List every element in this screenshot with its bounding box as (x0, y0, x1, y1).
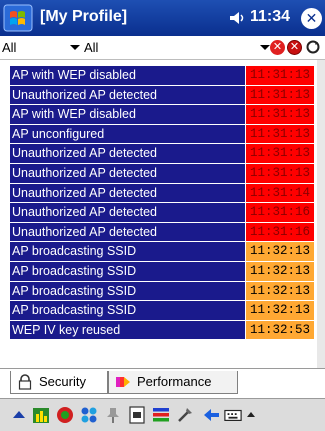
delete-alert-icon[interactable]: ✕ (270, 40, 285, 55)
category-filter-value: All (2, 40, 17, 55)
network-icon[interactable] (80, 406, 98, 424)
alert-row[interactable]: Unauthorized AP detected 11:31:14 (10, 183, 314, 204)
alert-list-area: AP with WEP disabled 11:31:13 Unauthorized… (0, 60, 325, 368)
tab-performance-label: Performance (137, 374, 212, 389)
alert-time: 11:31:13 (246, 144, 314, 163)
clock[interactable]: 11:34 (250, 8, 290, 26)
alert-message: Unauthorized AP detected (10, 144, 246, 163)
alert-row[interactable]: Unauthorized AP detected 11:31:13 (10, 163, 314, 184)
tab-security-label: Security (39, 374, 86, 389)
up-arrow-icon[interactable] (10, 406, 28, 424)
keyboard-icon[interactable] (224, 406, 242, 424)
input-menu-icon[interactable] (246, 406, 256, 424)
alert-time: 11:31:13 (246, 124, 314, 144)
lock-icon (18, 374, 32, 390)
alert-row[interactable]: WEP IV key reused 11:32:53 (10, 320, 314, 341)
chevron-down-icon (70, 45, 80, 50)
color-bars-icon[interactable] (152, 406, 170, 424)
alert-time: 11:32:53 (246, 320, 314, 340)
signal-icon[interactable] (56, 406, 74, 424)
alert-message: AP broadcasting SSID (10, 242, 246, 261)
alert-time: 11:32:13 (246, 301, 314, 320)
alert-time: 11:31:13 (246, 66, 314, 85)
alert-row[interactable]: Unauthorized AP detected 11:31:16 (10, 222, 314, 243)
volume-icon[interactable] (229, 10, 247, 26)
severity-filter-select[interactable]: All (82, 39, 270, 56)
alert-row[interactable]: Unauthorized AP detected 11:31:16 (10, 203, 314, 223)
alert-message: Unauthorized AP detected (10, 183, 246, 203)
chevron-down-icon (260, 45, 270, 50)
tools-icon[interactable] (176, 406, 194, 424)
alert-list: AP with WEP disabled 11:31:13 Unauthorized… (10, 66, 314, 341)
alert-row[interactable]: Unauthorized AP detected 11:31:13 (10, 144, 314, 164)
delete-all-alerts-icon[interactable]: ✕ (287, 40, 302, 55)
severity-filter-value: All (84, 40, 99, 55)
alert-message: AP with WEP disabled (10, 66, 246, 85)
alert-row[interactable]: AP unconfigured 11:31:13 (10, 124, 314, 145)
alert-message: AP with WEP disabled (10, 105, 246, 124)
filter-bar: All All ✕ ✕ (0, 37, 325, 60)
alert-time: 11:32:13 (246, 261, 314, 281)
bar-chart-icon[interactable] (32, 406, 50, 424)
alert-message: Unauthorized AP detected (10, 85, 246, 105)
alert-message: Unauthorized AP detected (10, 203, 246, 222)
alert-message: AP broadcasting SSID (10, 261, 246, 281)
tab-bar: Security Performance (0, 368, 325, 399)
alert-message: Unauthorized AP detected (10, 163, 246, 183)
performance-icon (116, 377, 130, 387)
alert-message: AP broadcasting SSID (10, 301, 246, 320)
category-filter-select[interactable]: All (0, 39, 80, 56)
refresh-icon[interactable] (306, 40, 320, 54)
notepad-icon[interactable] (128, 406, 146, 424)
windows-start-icon[interactable] (3, 4, 33, 32)
vertical-scrollbar[interactable] (317, 60, 325, 368)
alert-row[interactable]: AP broadcasting SSID 11:32:13 (10, 261, 314, 282)
alert-time: 11:32:13 (246, 242, 314, 261)
alert-time: 11:31:16 (246, 222, 314, 242)
alert-time: 11:32:13 (246, 281, 314, 301)
alert-time: 11:31:13 (246, 163, 314, 183)
pin-icon[interactable] (104, 406, 122, 424)
alert-time: 11:31:14 (246, 183, 314, 203)
taskbar (0, 398, 325, 431)
alert-row[interactable]: AP with WEP disabled 11:31:13 (10, 105, 314, 125)
tab-security[interactable]: Security (10, 371, 108, 394)
alert-row[interactable]: AP broadcasting SSID 11:32:13 (10, 281, 314, 302)
alert-message: AP broadcasting SSID (10, 281, 246, 301)
alert-time: 11:31:13 (246, 105, 314, 124)
title-bar: [My Profile] 11:34 ✕ (0, 0, 325, 36)
back-arrow-icon[interactable] (202, 406, 220, 424)
alert-message: Unauthorized AP detected (10, 222, 246, 242)
alert-message: AP unconfigured (10, 124, 246, 144)
alert-time: 11:31:13 (246, 85, 314, 105)
alert-message: WEP IV key reused (10, 320, 246, 340)
window-title: [My Profile] (40, 8, 128, 25)
alert-row[interactable]: Unauthorized AP detected 11:31:13 (10, 85, 314, 106)
alert-time: 11:31:16 (246, 203, 314, 222)
alert-row[interactable]: AP with WEP disabled 11:31:13 (10, 66, 314, 86)
alert-row[interactable]: AP broadcasting SSID 11:32:13 (10, 242, 314, 262)
close-button[interactable]: ✕ (301, 8, 322, 29)
alert-row[interactable]: AP broadcasting SSID 11:32:13 (10, 301, 314, 321)
tab-performance[interactable]: Performance (108, 371, 238, 394)
